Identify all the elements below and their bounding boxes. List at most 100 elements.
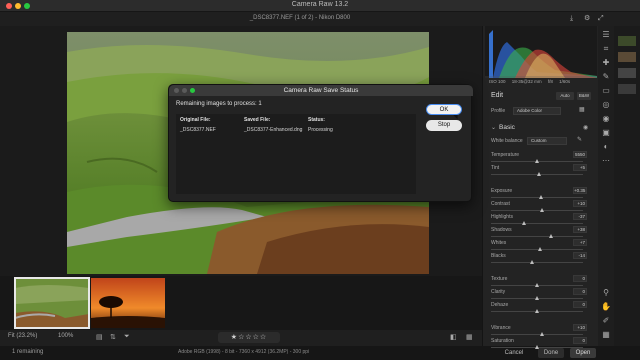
slider-label: Temperature <box>491 152 520 158</box>
black-white-button[interactable]: B&W <box>577 92 591 100</box>
more-options-icon[interactable]: ⋯ <box>601 156 611 166</box>
slider-value-input[interactable]: +7 <box>573 239 587 246</box>
grid-view-icon[interactable]: ▦ <box>466 333 473 341</box>
snapshots-icon[interactable]: ▣ <box>601 128 611 138</box>
filter-icon[interactable]: ⏷ <box>124 333 130 341</box>
sampler-tool-icon[interactable]: ✐ <box>601 316 611 326</box>
slider-track[interactable] <box>491 236 583 237</box>
slider-value-input[interactable]: 0 <box>573 275 587 282</box>
slider-value-input[interactable]: 0 <box>573 288 587 295</box>
slider-value-input[interactable]: 5550 <box>573 151 587 158</box>
slider-value-input[interactable]: -37 <box>573 213 587 220</box>
edit-panel: ISO 100 18-35@32 mm f/8 1/60s Edit Auto … <box>482 26 598 349</box>
slider-handle[interactable] <box>539 332 544 336</box>
edit-tool-icon[interactable]: ☰ <box>601 30 611 40</box>
aperture-value: f/8 <box>547 79 553 84</box>
profile-browser-icon[interactable]: ▦ <box>579 106 585 113</box>
dialog-minimize-button[interactable] <box>182 88 187 93</box>
auto-button[interactable]: Auto <box>556 92 574 100</box>
preset-swatch[interactable] <box>618 68 636 78</box>
slider-handle[interactable] <box>530 260 535 264</box>
slider-handle[interactable] <box>538 195 543 199</box>
sort-icon[interactable]: ⇅ <box>110 333 116 341</box>
filmstrip-thumbnail[interactable] <box>91 278 165 328</box>
profile-label: Profile <box>491 108 506 114</box>
dialog-close-button[interactable] <box>174 88 179 93</box>
slider-label: Whites <box>491 240 507 246</box>
edit-title: Edit <box>491 92 504 99</box>
slider-handle[interactable] <box>522 221 527 225</box>
window-title: Camera Raw 13.2 <box>291 1 349 8</box>
slider-handle[interactable] <box>535 283 539 287</box>
slider-handle[interactable] <box>536 172 541 176</box>
iso-value: ISO 100 <box>489 79 506 84</box>
profile-select[interactable]: Adobe Color <box>513 107 561 115</box>
slider-dehaze[interactable]: Dehaze 0 <box>491 301 587 316</box>
slider-label: Blacks <box>491 253 506 259</box>
preset-swatch[interactable] <box>618 52 636 62</box>
slider-tint[interactable]: Tint +5 <box>491 164 587 179</box>
filmstrip <box>0 276 482 330</box>
workflow-options-link[interactable]: Adobe RGB (1998) - 8 bit - 7360 x 4912 (… <box>178 349 309 355</box>
crop-tool-icon[interactable]: ⌗ <box>601 44 611 54</box>
dialog-title: Camera Raw Save Status <box>169 85 473 96</box>
eyedropper-icon[interactable]: ✎ <box>577 136 582 143</box>
slider-saturation[interactable]: Saturation 0 <box>491 337 587 352</box>
slider-value-input[interactable]: +38 <box>573 226 587 233</box>
slider-track[interactable] <box>491 262 583 263</box>
slider-value-input[interactable]: +0.35 <box>573 187 587 194</box>
healing-tool-icon[interactable]: ✚ <box>601 58 611 68</box>
save-icon[interactable]: ⤓ <box>570 15 573 23</box>
slider-label: Tint <box>491 165 500 171</box>
gradient-tool-icon[interactable]: ▭ <box>601 86 611 96</box>
slider-value-input[interactable]: +10 <box>573 200 587 207</box>
slider-label: Highlights <box>491 214 513 220</box>
slider-track[interactable] <box>491 210 583 211</box>
status-header: Status: <box>308 117 325 123</box>
slider-value-input[interactable]: 0 <box>573 301 587 308</box>
slider-handle[interactable] <box>537 247 542 251</box>
settings-gear-icon[interactable]: ⚙ <box>584 15 590 23</box>
visibility-eye-icon[interactable]: ◉ <box>583 124 588 131</box>
compare-view-icon[interactable]: ◧ <box>450 333 457 341</box>
filmstrip-thumbnail[interactable] <box>14 277 90 329</box>
white-balance-select[interactable]: Custom <box>527 137 567 145</box>
slider-label: Dehaze <box>491 302 509 308</box>
slider-handle[interactable] <box>535 345 539 349</box>
star-rating[interactable]: ★☆☆☆☆ <box>218 332 280 343</box>
fit-zoom-select[interactable]: Fit (23.2%) <box>8 333 37 339</box>
brush-tool-icon[interactable]: ✎ <box>601 72 611 82</box>
slider-value-input[interactable]: 0 <box>573 337 587 344</box>
grid-overlay-icon[interactable]: ▦ <box>601 330 611 340</box>
slider-track[interactable] <box>491 334 583 335</box>
slider-handle[interactable] <box>535 296 539 300</box>
slider-track[interactable] <box>491 197 583 198</box>
dialog-maximize-button[interactable] <box>190 88 195 93</box>
fullscreen-icon[interactable]: ⤢ <box>598 15 604 23</box>
slider-value-input[interactable]: +5 <box>573 164 587 171</box>
slider-value-input[interactable]: -14 <box>573 252 587 259</box>
slider-handle[interactable] <box>539 208 544 212</box>
radial-tool-icon[interactable]: ◎ <box>601 100 611 110</box>
saved-file-header: Saved File: <box>244 117 271 123</box>
presets-strip <box>614 26 640 346</box>
preset-swatch[interactable] <box>618 36 636 46</box>
slider-value-input[interactable]: +10 <box>573 324 587 331</box>
slider-blacks[interactable]: Blacks -14 <box>491 252 587 267</box>
hand-tool-icon[interactable]: ✋ <box>601 302 611 312</box>
saved-file-cell: _DSC8377-Enhanced.dng <box>244 127 303 133</box>
preset-swatch[interactable] <box>618 84 636 94</box>
presets-icon[interactable]: ◐ <box>601 142 611 152</box>
slider-track[interactable] <box>491 223 583 224</box>
white-balance-label: White balance <box>491 138 523 144</box>
slider-handle[interactable] <box>535 159 539 163</box>
bottom-toolbar: Fit (23.2%) 100% ▤ ⇅ ⏷ ★☆☆☆☆ ◧ ▦ <box>0 330 482 346</box>
basic-section-header[interactable]: ⌄ Basic ◉ <box>489 124 595 134</box>
zoom-level-select[interactable]: 100% <box>58 333 73 339</box>
stop-button[interactable]: Stop <box>426 120 462 131</box>
filmstrip-icon[interactable]: ▤ <box>96 333 103 341</box>
slider-handle[interactable] <box>535 309 539 313</box>
red-eye-tool-icon[interactable]: ◉ <box>601 114 611 124</box>
zoom-tool-icon[interactable]: ⚲ <box>601 288 611 298</box>
slider-handle[interactable] <box>548 234 553 238</box>
